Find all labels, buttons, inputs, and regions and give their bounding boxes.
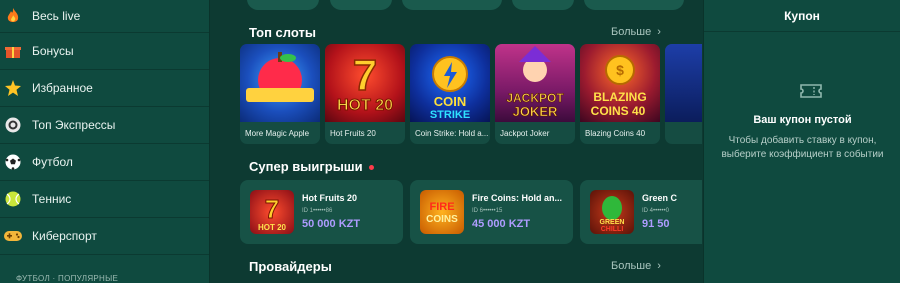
sidebar-item-label: Топ Экспрессы (32, 118, 116, 132)
svg-text:GREEN: GREEN (600, 219, 625, 226)
svg-text:COINS 40: COINS 40 (591, 104, 646, 118)
win-thumb: 7 HOT 20 (250, 190, 294, 234)
svg-text:HOT 20: HOT 20 (258, 223, 287, 232)
win-card[interactable]: GREEN CHILLI Green C ID 4••••••0 91 50 (580, 180, 702, 244)
win-thumb: FIRE COINS (420, 190, 464, 234)
slot-caption: Coin Strike: Hold a... (415, 129, 489, 138)
slot-art: COIN STRIKE (410, 44, 490, 122)
super-wins-label: Супер выигрыши (249, 159, 363, 174)
slot-card-hot-fruits-20[interactable]: 7 HOT 20 Hot Fruits 20 (325, 44, 405, 144)
win-amount: 45 000 KZT (472, 218, 531, 230)
super-wins-title: Супер выигрыши (249, 159, 374, 174)
fire-icon (4, 7, 22, 25)
coupon-hint-line: выберите коэффициент в событии (721, 148, 884, 160)
sidebar-item-label: Теннис (32, 192, 72, 206)
providers-more-link[interactable]: Больше › (611, 260, 661, 272)
category-chips (212, 0, 702, 10)
more-label: Больше (611, 26, 652, 38)
win-amount: 91 50 (642, 218, 670, 230)
svg-text:STRIKE: STRIKE (430, 109, 470, 121)
sidebar-item-label: Футбол (32, 155, 73, 169)
win-game-name: Green C (642, 193, 678, 203)
sidebar: Весь live Бонусы Избранное Топ Экспрессы… (0, 0, 210, 283)
win-card[interactable]: 7 HOT 20 Hot Fruits 20 ID 1••••••86 50 00… (240, 180, 403, 244)
slot-card-more-magic-apple[interactable]: More Magic Apple (240, 44, 320, 144)
providers-title: Провайдеры (249, 259, 332, 274)
svg-text:COIN: COIN (434, 94, 467, 109)
sidebar-item-label: Избранное (32, 81, 93, 95)
slot-caption: Jackpot Joker (500, 129, 550, 138)
slot-card-blazing-coins-40[interactable]: $ BLAZING COINS 40 Blazing Coins 40 (580, 44, 660, 144)
sidebar-item-top-express[interactable]: Топ Экспрессы (0, 107, 209, 144)
win-amount: 50 000 KZT (302, 218, 361, 230)
sidebar-item-label: Бонусы (32, 44, 74, 58)
slot-caption: More Magic Apple (245, 129, 310, 138)
svg-text:7: 7 (265, 194, 279, 224)
more-label: Больше (611, 260, 652, 272)
coupon-title: Купон (704, 0, 900, 32)
top-slots-title: Топ слоты (249, 25, 316, 40)
svg-text:JOKER: JOKER (513, 104, 558, 119)
sidebar-item-favorites[interactable]: Избранное (0, 70, 209, 107)
win-game-name: Fire Coins: Hold an... (472, 193, 563, 203)
sidebar-item-label: Киберспорт (32, 229, 97, 243)
svg-text:7: 7 (353, 51, 377, 100)
sidebar-item-football[interactable]: Футбол (0, 144, 209, 181)
slot-art (665, 44, 702, 122)
svg-text:JACKPOT: JACKPOT (506, 91, 564, 105)
svg-text:HOT 20: HOT 20 (337, 97, 393, 114)
svg-text:CHILLI: CHILLI (601, 226, 624, 233)
coupon-panel: Купон Ваш купон пустой Чтобы добавить ст… (703, 0, 900, 283)
ticket-icon (800, 82, 822, 100)
main-content: Топ слоты Больше › More Magic Apple 7 HOT… (212, 0, 702, 283)
gamepad-icon (4, 227, 22, 245)
sidebar-item-live[interactable]: Весь live (0, 0, 209, 33)
svg-text:COINS: COINS (426, 214, 458, 225)
win-player-id: ID 1••••••86 (302, 208, 333, 214)
win-player-id: ID 6••••••15 (472, 208, 503, 214)
slot-caption: Hot Fruits 20 (330, 129, 376, 138)
sidebar-item-esports[interactable]: Киберспорт (0, 218, 209, 255)
top-slots-more-link[interactable]: Больше › (611, 26, 661, 38)
category-chip[interactable] (584, 0, 684, 10)
chip-icon (4, 116, 22, 134)
category-chip[interactable] (512, 0, 574, 10)
live-dot-icon (368, 165, 374, 171)
chevron-right-icon: › (657, 26, 661, 38)
win-card[interactable]: FIRE COINS Fire Coins: Hold an... ID 6•••… (410, 180, 573, 244)
category-chip[interactable] (402, 0, 502, 10)
chevron-right-icon: › (657, 260, 661, 272)
slot-art: JACKPOT JOKER (495, 44, 575, 122)
svg-text:FIRE: FIRE (429, 201, 454, 213)
sidebar-item-tennis[interactable]: Теннис (0, 181, 209, 218)
sidebar-section-caption: ФУТБОЛ · ПОПУЛЯРНЫЕ (16, 274, 119, 283)
coupon-empty-hint: Чтобы добавить ставку в купон, выберите … (704, 134, 900, 161)
slot-card-coin-strike[interactable]: COIN STRIKE Coin Strike: Hold a... (410, 44, 490, 144)
slot-art (240, 44, 320, 122)
win-game-name: Hot Fruits 20 (302, 193, 358, 203)
slot-card-partial[interactable] (665, 44, 702, 144)
win-thumb: GREEN CHILLI (590, 190, 634, 234)
category-chip[interactable] (247, 0, 319, 10)
svg-text:$: $ (616, 62, 624, 78)
win-player-id: ID 4••••••0 (642, 208, 669, 214)
tennis-icon (4, 190, 22, 208)
svg-text:BLAZING: BLAZING (593, 90, 646, 104)
slot-art: $ BLAZING COINS 40 (580, 44, 660, 122)
slot-caption: Blazing Coins 40 (585, 129, 646, 138)
slot-art: 7 HOT 20 (325, 44, 405, 122)
gift-icon (4, 42, 22, 60)
coupon-hint-line: Чтобы добавить ставку в купон, (728, 135, 877, 146)
sidebar-item-bonuses[interactable]: Бонусы (0, 33, 209, 70)
slot-card-jackpot-joker[interactable]: JACKPOT JOKER Jackpot Joker (495, 44, 575, 144)
category-chip[interactable] (330, 0, 392, 10)
star-icon (4, 79, 22, 97)
coupon-empty-title: Ваш купон пустой (753, 114, 852, 126)
football-icon (4, 153, 22, 171)
sidebar-item-label: Весь live (32, 9, 81, 23)
